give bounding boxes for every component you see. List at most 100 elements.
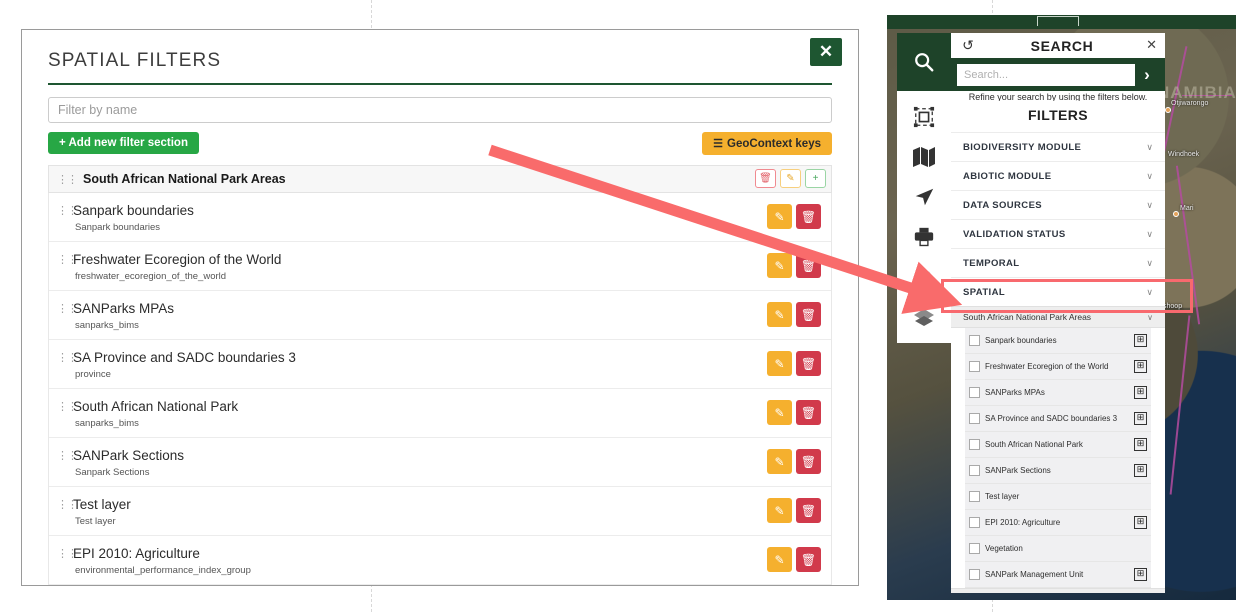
layer-delete-button[interactable]: 🗑	[796, 547, 821, 572]
filter-by-name-input[interactable]	[48, 97, 832, 123]
chevron-down-icon: ∨	[1146, 228, 1153, 239]
layer-checkbox[interactable]	[969, 465, 980, 476]
layer-delete-button[interactable]: 🗑	[796, 498, 821, 523]
layer-delete-button[interactable]: 🗑	[796, 302, 821, 327]
geocontext-keys-button[interactable]: ☰ GeoContext keys	[702, 132, 832, 155]
layer-edit-button[interactable]: ✎	[767, 547, 792, 572]
layer-checkbox[interactable]	[969, 387, 980, 398]
layer-checkbox[interactable]	[969, 569, 980, 580]
layer-edit-button[interactable]: ✎	[767, 400, 792, 425]
drag-handle-icon[interactable]: ⋮⋮	[57, 547, 78, 560]
spatial-layer-row[interactable]: SA Province and SADC boundaries 3 ⊞	[965, 406, 1151, 432]
drag-handle-icon[interactable]: ⋮⋮	[57, 302, 78, 315]
spatial-group-select[interactable]: South African National Park Areas ∨	[951, 306, 1165, 328]
layer-checkbox[interactable]	[969, 413, 980, 424]
layer-row[interactable]: ⋮⋮ South African National Park sanparks_bi…	[49, 389, 831, 438]
layer-checkbox-label: SANPark Management Unit	[985, 570, 1084, 579]
drag-handle-icon[interactable]: ⋮⋮	[57, 253, 78, 266]
close-button[interactable]: ✕	[810, 38, 842, 66]
rail-item-search[interactable]	[897, 33, 951, 91]
layer-checkbox[interactable]	[969, 439, 980, 450]
layer-checkbox[interactable]	[969, 517, 980, 528]
layer-checkbox[interactable]	[969, 543, 980, 554]
layer-edit-button[interactable]: ✎	[767, 351, 792, 376]
refresh-icon[interactable]: ↺	[951, 37, 985, 54]
rail-item-map[interactable]	[897, 137, 951, 177]
layer-row[interactable]: ⋮⋮ SANParks MPAs sanparks_bims ✎ 🗑	[49, 291, 831, 340]
chevron-down-icon: ∨	[1146, 141, 1153, 152]
section-add-button[interactable]: +	[805, 169, 826, 188]
chevron-down-icon: ∨	[1146, 257, 1153, 268]
add-new-filter-section-button[interactable]: + Add new filter section	[48, 132, 199, 154]
filter-accordion-2[interactable]: DATA SOURCES ∨	[951, 190, 1165, 219]
layer-edit-button[interactable]: ✎	[767, 449, 792, 474]
search-input[interactable]	[957, 63, 1135, 86]
layer-checkbox[interactable]	[969, 335, 980, 346]
layer-row[interactable]: ⋮⋮Vegetation✎🗑	[49, 585, 831, 586]
spatial-layer-row[interactable]: Vegetation	[965, 536, 1151, 562]
geocontext-keys-label: GeoContext keys	[727, 138, 821, 150]
map-label: Mari	[1180, 205, 1194, 212]
drag-handle-icon[interactable]: ⋮⋮	[57, 351, 78, 364]
browser-tab[interactable]	[1037, 16, 1079, 26]
expand-layer-icon[interactable]: ⊞	[1134, 412, 1147, 425]
rail-item-layers[interactable]	[897, 297, 951, 337]
layer-row[interactable]: ⋮⋮ Freshwater Ecoregion of the World fresh…	[49, 242, 831, 291]
section-edit-button[interactable]: ✎	[780, 169, 801, 188]
layer-delete-button[interactable]: 🗑	[796, 204, 821, 229]
layer-delete-button[interactable]: 🗑	[796, 253, 821, 278]
layer-edit-button[interactable]: ✎	[767, 204, 792, 229]
drag-handle-icon[interactable]: ⋮⋮	[57, 498, 78, 511]
layer-delete-button[interactable]: 🗑	[796, 400, 821, 425]
drag-handle-icon[interactable]: ⋮⋮	[57, 204, 78, 217]
layer-edit-button[interactable]: ✎	[767, 253, 792, 278]
rail-item-navigate[interactable]	[897, 177, 951, 217]
drag-handle-icon[interactable]: ⋮⋮	[57, 449, 78, 462]
filter-accordion-1[interactable]: ABIOTIC MODULE ∨	[951, 161, 1165, 190]
expand-layer-icon[interactable]: ⊞	[1134, 360, 1147, 373]
expand-layer-icon[interactable]: ⊞	[1134, 464, 1147, 477]
layer-row[interactable]: ⋮⋮ SANPark Sections Sanpark Sections ✎ 🗑	[49, 438, 831, 487]
layer-edit-button[interactable]: ✎	[767, 498, 792, 523]
spatial-layer-row[interactable]: SANPark Sections ⊞	[965, 458, 1151, 484]
layer-delete-button[interactable]: 🗑	[796, 351, 821, 376]
search-submit-icon[interactable]: ›	[1135, 65, 1159, 85]
spatial-layer-row[interactable]: SANParks MPAs ⊞	[965, 380, 1151, 406]
rail-item-link[interactable]	[897, 257, 951, 297]
next-group-select[interactable]: Test ∨	[951, 588, 1165, 593]
filter-accordion-0[interactable]: BIODIVERSITY MODULE ∨	[951, 132, 1165, 161]
filter-accordion-4[interactable]: TEMPORAL ∨	[951, 248, 1165, 277]
spatial-layer-row[interactable]: Sanpark boundaries ⊞	[965, 328, 1151, 354]
spatial-layer-row[interactable]: South African National Park ⊞	[965, 432, 1151, 458]
expand-layer-icon[interactable]: ⊞	[1134, 516, 1147, 529]
layer-row[interactable]: ⋮⋮ SA Province and SADC boundaries 3 provi…	[49, 340, 831, 389]
filter-section-header[interactable]: ⋮⋮ South African National Park Areas 🗑 ✎…	[48, 165, 832, 193]
expand-layer-icon[interactable]: ⊞	[1134, 438, 1147, 451]
filter-accordion-5[interactable]: SPATIAL ∨	[951, 277, 1165, 306]
spatial-group-selected-value: South African National Park Areas	[963, 312, 1092, 322]
spatial-layer-row[interactable]: EPI 2010: Agriculture ⊞	[965, 510, 1151, 536]
layer-checkbox[interactable]	[969, 491, 980, 502]
layer-delete-button[interactable]: 🗑	[796, 449, 821, 474]
rail-item-print[interactable]	[897, 217, 951, 257]
filter-accordion-3[interactable]: VALIDATION STATUS ∨	[951, 219, 1165, 248]
spatial-layer-row[interactable]: Freshwater Ecoregion of the World ⊞	[965, 354, 1151, 380]
layer-row[interactable]: ⋮⋮ Test layer Test layer ✎ 🗑	[49, 487, 831, 536]
search-panel-close-icon[interactable]: ✕	[1146, 37, 1157, 53]
expand-layer-icon[interactable]: ⊞	[1134, 386, 1147, 399]
expand-layer-icon[interactable]: ⊞	[1134, 568, 1147, 581]
layer-row[interactable]: ⋮⋮ EPI 2010: Agriculture environmental_per…	[49, 536, 831, 585]
layer-checkbox[interactable]	[969, 361, 980, 372]
chevron-down-icon: ∨	[1147, 312, 1153, 322]
layer-edit-button[interactable]: ✎	[767, 302, 792, 327]
drag-handle-icon[interactable]: ⋮⋮	[57, 400, 78, 413]
section-delete-button[interactable]: 🗑	[755, 169, 776, 188]
layer-checkbox-label: Sanpark boundaries	[985, 336, 1057, 345]
drag-handle-icon[interactable]: ⋮⋮	[57, 173, 78, 186]
spatial-layer-row[interactable]: Test layer	[965, 484, 1151, 510]
expand-layer-icon[interactable]: ⊞	[1134, 334, 1147, 347]
modal-button-row: + Add new filter section ☰ GeoContext key…	[48, 132, 832, 156]
rail-item-select-area[interactable]	[897, 97, 951, 137]
layer-row[interactable]: ⋮⋮ Sanpark boundaries Sanpark boundaries ✎ 🗑	[49, 193, 831, 242]
spatial-layer-row[interactable]: SANPark Management Unit ⊞	[965, 562, 1151, 588]
